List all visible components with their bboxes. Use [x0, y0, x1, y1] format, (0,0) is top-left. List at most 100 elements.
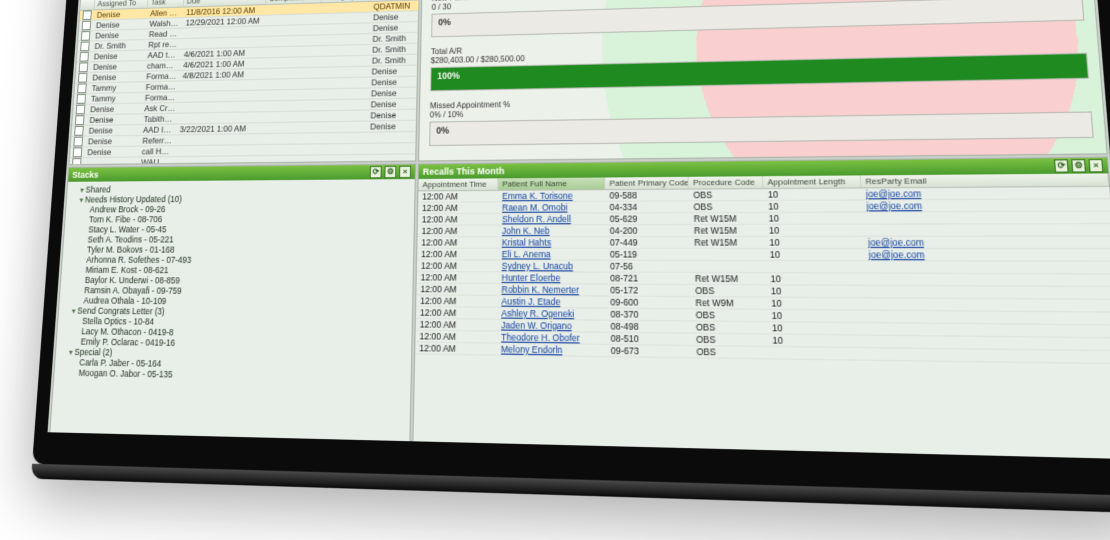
column-header[interactable]: Task — [148, 0, 185, 8]
cell-name[interactable]: Austin J. Etade — [497, 296, 606, 308]
close-icon[interactable]: × — [399, 166, 411, 178]
tree-node[interactable]: Stacy L. Water - 05-45 — [66, 224, 412, 235]
cell: Denise — [86, 125, 141, 136]
cell: Format camera card — [143, 81, 180, 91]
cell-email[interactable]: joe@joe.com — [862, 199, 1110, 211]
checkbox[interactable] — [79, 21, 94, 31]
cell-name[interactable]: Eli L. Anema — [498, 249, 606, 260]
tree-node[interactable]: Tyler M. Bokovs - 01-168 — [65, 245, 412, 256]
cell-time: 12:00 AM — [415, 331, 497, 343]
cell-proc: Ret W15M — [690, 237, 765, 248]
cell: 4/6/2021 1:00 AM — [181, 48, 264, 60]
checkbox[interactable] — [77, 41, 92, 51]
gear-icon[interactable]: ⚙ — [1071, 159, 1086, 172]
cell: Denise — [94, 9, 148, 20]
column-header[interactable]: Patient Full Name — [498, 177, 605, 189]
cell: Tammy — [89, 82, 144, 93]
cell-name[interactable]: Sydney L. Unacub — [498, 261, 606, 272]
checkbox[interactable] — [75, 73, 90, 83]
checkbox[interactable] — [72, 115, 87, 125]
recalls-panel: Recalls This Month⟳⚙×Appointment TimePat… — [412, 157, 1110, 459]
cell-email — [865, 274, 1110, 286]
metric-row: Total A/R $280,403.00 / $280,500.00100% — [430, 31, 1089, 91]
close-icon[interactable]: × — [1088, 159, 1103, 173]
cell-name[interactable]: Melony Endorln — [497, 344, 607, 356]
checkbox[interactable] — [74, 94, 89, 104]
cell-code: 09-588 — [605, 190, 689, 201]
column-header[interactable]: Patient Primary Code — [605, 177, 689, 189]
column-header[interactable]: Procedure Code — [689, 176, 764, 188]
cell — [265, 14, 321, 25]
column-header[interactable]: Appointment Length — [763, 175, 861, 188]
cell-email[interactable]: joe@joe.com — [864, 249, 1110, 261]
checkbox[interactable] — [70, 147, 85, 157]
cell-time: 12:00 AM — [416, 319, 497, 331]
cell — [266, 3, 322, 14]
cell — [264, 46, 321, 57]
cell-len: 10 — [768, 335, 869, 348]
cell — [84, 157, 139, 164]
cell — [321, 2, 370, 13]
checkbox[interactable] — [80, 10, 95, 20]
metric-row: New Patient Exams 0 / 300% — [431, 0, 1084, 37]
tree-node[interactable]: Seth A. Teodins - 05-221 — [66, 234, 412, 244]
gear-icon[interactable]: ⚙ — [384, 166, 396, 178]
cell-email[interactable]: joe@joe.com — [863, 237, 1110, 248]
column-header[interactable] — [80, 0, 95, 10]
cell: AAD tax details — [145, 50, 182, 60]
cell: Walsh, BU Kelly, Maggie, Charlotte, MyCa… — [147, 18, 184, 29]
cell — [316, 144, 366, 155]
cell-name[interactable]: Ashley R. Ogeneki — [497, 308, 606, 320]
cell-name[interactable]: Sheldon R. Andell — [498, 214, 606, 225]
cell-code: 09-673 — [606, 345, 692, 357]
cell — [262, 79, 319, 90]
cell-name[interactable]: Jaden W. Origano — [497, 320, 606, 332]
cell-email — [866, 298, 1110, 311]
progress-pct: 0% — [438, 17, 451, 27]
cell-name[interactable]: Kristal Hahts — [498, 237, 606, 248]
checkbox[interactable] — [71, 126, 86, 136]
checkbox[interactable] — [73, 105, 88, 115]
cell-name[interactable]: Emma K. Torisone — [498, 190, 605, 201]
cell-code: 05-172 — [606, 285, 691, 296]
cell-name[interactable]: John K. Neb — [498, 225, 606, 236]
cell-time: 12:00 AM — [418, 214, 498, 225]
recall-row[interactable]: 12:00 AMKristal Hahts07-449Ret W15M10joe… — [417, 237, 1110, 250]
cell-name[interactable]: Theodore H. Obofer — [497, 332, 607, 344]
checkbox[interactable] — [76, 62, 91, 72]
cell-email[interactable]: joe@joe.com — [861, 187, 1110, 200]
cell: Format camera card — [143, 71, 180, 81]
cell-code: 07-449 — [606, 237, 690, 248]
cell-proc: Ret W9M — [691, 297, 767, 309]
checkbox[interactable] — [71, 137, 86, 147]
cell — [176, 134, 260, 145]
checkbox[interactable] — [78, 31, 93, 41]
practice-panel: Monthly Practice Monitor⟳⚙×New Patient E… — [418, 0, 1108, 162]
column-header[interactable]: Appointment Time — [418, 178, 498, 190]
cell-len: 10 — [763, 188, 861, 199]
cell-proc — [690, 249, 766, 260]
column-header[interactable]: ResParty Email — [861, 173, 1109, 187]
cell-name[interactable]: Hunter Eloerbe — [497, 272, 606, 283]
cell: Tammy — [88, 93, 143, 104]
refresh-icon[interactable]: ⟳ — [1054, 159, 1069, 172]
checkbox[interactable] — [69, 158, 84, 164]
cell — [317, 133, 367, 144]
recall-row[interactable]: 12:00 AMJohn K. Neb04-200Ret W15M10 — [418, 224, 1110, 237]
refresh-icon[interactable]: ⟳ — [370, 166, 382, 178]
cell-len: 10 — [768, 322, 868, 334]
cell: Denise — [87, 104, 142, 115]
cell: Denise — [85, 136, 140, 147]
cell-len — [768, 347, 869, 360]
checkbox[interactable] — [74, 83, 89, 93]
cell-name[interactable]: Robbin K. Nemerter — [497, 284, 606, 295]
cell — [320, 56, 370, 67]
cell-time: 12:00 AM — [417, 260, 498, 271]
cell — [318, 110, 368, 121]
checkbox[interactable] — [77, 52, 92, 62]
cell: Denise — [370, 11, 418, 22]
cell-name[interactable]: Raean M. Omobi — [498, 202, 606, 213]
cell — [176, 145, 260, 156]
cell — [261, 111, 318, 122]
cell — [319, 67, 369, 78]
